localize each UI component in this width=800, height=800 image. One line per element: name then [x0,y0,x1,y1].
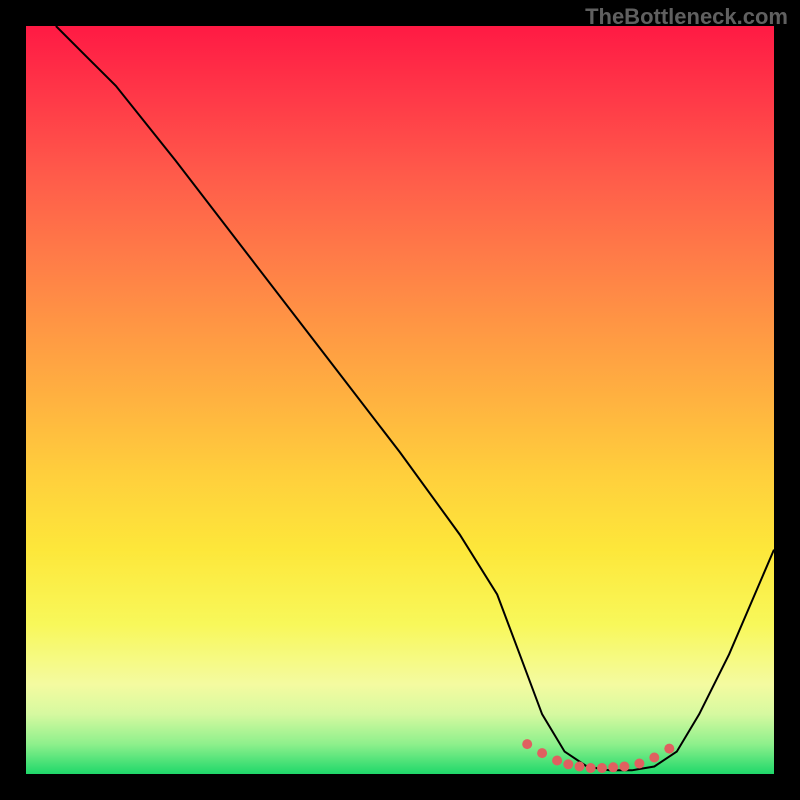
bottleneck-curve [56,26,774,770]
plot-area [26,26,774,774]
trough-dot [537,748,547,758]
trough-dot [552,756,562,766]
trough-dot [597,763,607,773]
trough-dot [619,762,629,772]
trough-dot [586,763,596,773]
trough-dot [575,762,585,772]
trough-dot [563,759,573,769]
watermark-text: TheBottleneck.com [585,4,788,30]
trough-dot [664,744,674,754]
trough-dot [634,759,644,769]
trough-dot [608,762,618,772]
trough-dot [522,739,532,749]
chart-svg [26,26,774,774]
trough-dot [649,753,659,763]
